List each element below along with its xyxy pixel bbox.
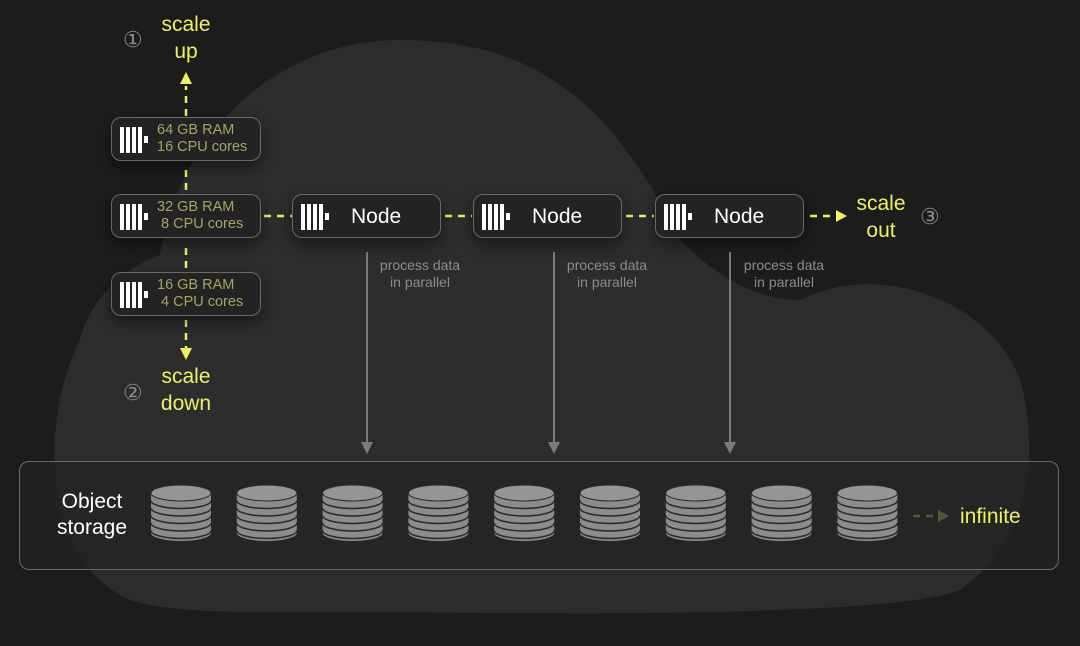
database-disk-icon — [579, 484, 641, 541]
database-disk-icon — [321, 484, 384, 541]
database-disk-icon — [836, 484, 899, 541]
database-disk-icon — [665, 484, 727, 541]
database-disk-icon — [236, 484, 298, 541]
database-disk-icon — [493, 484, 555, 541]
database-disk-icon — [407, 484, 470, 541]
database-disk-icon — [750, 484, 813, 541]
infinite-label: infinite — [960, 505, 1021, 528]
storage-disks — [150, 484, 899, 541]
database-disk-icon — [150, 484, 212, 541]
